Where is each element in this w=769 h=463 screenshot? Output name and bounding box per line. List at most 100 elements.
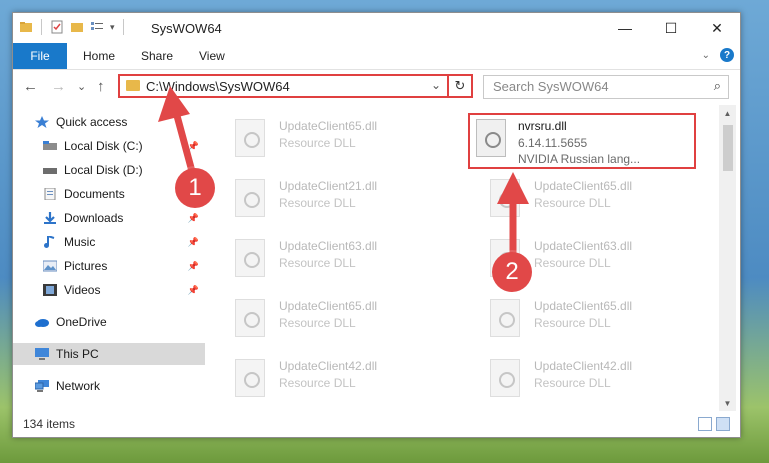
tab-share[interactable]: Share (141, 49, 173, 63)
step-1-marker: 1 (175, 168, 215, 208)
scroll-up-icon[interactable]: ▲ (719, 105, 736, 121)
dll-file-icon (235, 359, 265, 397)
sidebar-item-music[interactable]: Music 📌 (13, 231, 205, 253)
list-item[interactable]: UpdateClient65.dll Resource DLL (213, 113, 445, 163)
address-dropdown-icon[interactable]: ⌄ (431, 78, 441, 92)
pin-icon[interactable]: 📌 (188, 141, 199, 152)
sidebar-item-local-disk-c[interactable]: Local Disk (C:) 📌 (13, 135, 205, 157)
file-name: UpdateClient65.dll (279, 299, 378, 313)
file-name: UpdateClient42.dll (279, 359, 378, 373)
list-item[interactable]: UpdateClient42.dll Resource DLL (213, 353, 445, 403)
file-type: Resource DLL (279, 136, 356, 150)
computer-icon (35, 348, 49, 360)
list-item[interactable]: UpdateClient65.dll Resource DLL (213, 293, 445, 343)
sidebar-item-label: Videos (64, 283, 101, 297)
file-name: UpdateClient42.dll (534, 359, 633, 373)
ribbon-tabs: File Home Share View ⌄ ? (13, 43, 740, 70)
search-input[interactable]: Search SysWOW64 (493, 79, 609, 94)
search-box[interactable]: Search SysWOW64 ⌕ (483, 75, 729, 99)
sidebar-item-downloads[interactable]: Downloads 📌 (13, 207, 205, 229)
dll-file-icon (490, 299, 520, 337)
chevron-down-icon[interactable]: ▾ (110, 22, 115, 33)
sidebar-item-onedrive[interactable]: OneDrive (13, 311, 205, 333)
minimize-button[interactable]: — (602, 13, 648, 43)
scrollbar-thumb[interactable] (723, 125, 733, 171)
tab-home[interactable]: Home (83, 49, 115, 63)
expand-ribbon-icon[interactable]: ⌄ (702, 50, 710, 61)
dll-file-icon (235, 179, 265, 217)
list-item[interactable]: UpdateClient21.dll Resource DLL (213, 173, 445, 223)
file-type: Resource DLL (279, 196, 356, 210)
file-type: Resource DLL (279, 316, 356, 330)
sidebar-item-label: Documents (64, 187, 125, 201)
maximize-button[interactable]: ☐ (648, 13, 694, 43)
file-name: UpdateClient63.dll (534, 239, 633, 253)
vertical-scrollbar[interactable]: ▲ ▼ (719, 105, 736, 411)
dll-file-icon (235, 239, 265, 277)
recent-locations-button[interactable]: ⌄ (77, 80, 86, 93)
tab-view[interactable]: View (199, 49, 225, 63)
list-item[interactable]: UpdateClient42.dll Resource DLL (468, 353, 700, 403)
new-folder-icon[interactable] (70, 20, 84, 34)
list-item[interactable]: UpdateClient65.dll Resource DLL (468, 173, 700, 223)
refresh-button[interactable]: ↻ (447, 76, 471, 96)
folder-icon[interactable] (19, 20, 33, 34)
navigation-bar: ← → ⌄ ↑ C:\Windows\SysWOW64 ⌄ ↻ Search S… (13, 73, 740, 101)
document-icon (44, 188, 56, 200)
forward-button[interactable]: → (51, 78, 66, 95)
pin-icon[interactable]: 📌 (188, 261, 199, 272)
details-view-icon[interactable] (698, 417, 712, 431)
sidebar-item-label: Music (64, 235, 96, 249)
file-name: UpdateClient65.dll (534, 179, 633, 193)
file-type: Resource DLL (534, 316, 611, 330)
list-item[interactable]: UpdateClient63.dll Resource DLL (213, 233, 445, 283)
dll-file-icon (235, 119, 265, 157)
title-bar: ▾ SysWOW64 — ☐ ✕ (13, 13, 740, 43)
disk-icon (43, 141, 57, 150)
file-type: Resource DLL (534, 376, 611, 390)
dll-file-icon (476, 119, 506, 157)
download-icon (44, 212, 56, 224)
customize-toolbar-icon[interactable] (90, 20, 104, 34)
highlighted-file-nvrsru[interactable]: nvrsru.dll 6.14.11.5655 NVIDIA Russian l… (468, 113, 696, 169)
toolbar-divider (122, 19, 124, 35)
file-type: Resource DLL (534, 196, 611, 210)
dll-file-icon (490, 359, 520, 397)
sidebar-item-local-disk-d[interactable]: Local Disk (D:) (13, 159, 205, 181)
sidebar-item-quick-access[interactable]: Quick access (13, 111, 205, 133)
navigation-pane: Quick access Local Disk (C:) 📌 Local Dis… (13, 105, 205, 411)
pictures-icon (43, 260, 57, 272)
file-name: UpdateClient65.dll (279, 119, 378, 133)
up-button[interactable]: ↑ (97, 78, 105, 95)
pin-icon[interactable]: 📌 (188, 213, 199, 224)
properties-icon[interactable] (50, 20, 64, 34)
sidebar-item-pictures[interactable]: Pictures 📌 (13, 255, 205, 277)
sidebar-item-network[interactable]: Network (13, 375, 205, 397)
back-button[interactable]: ← (23, 78, 38, 95)
status-bar: 134 items (13, 413, 740, 435)
sidebar-item-this-pc[interactable]: This PC (13, 343, 205, 365)
scroll-down-icon[interactable]: ▼ (719, 395, 736, 411)
file-list: UpdateClient65.dll Resource DLL UpdateCl… (213, 105, 718, 411)
pin-icon[interactable]: 📌 (188, 237, 199, 248)
tab-file[interactable]: File (13, 43, 67, 69)
file-type: Resource DLL (534, 256, 611, 270)
file-name: UpdateClient63.dll (279, 239, 378, 253)
sidebar-item-videos[interactable]: Videos 📌 (13, 279, 205, 301)
search-icon[interactable]: ⌕ (714, 78, 721, 94)
help-icon[interactable]: ? (720, 48, 734, 62)
list-item[interactable]: UpdateClient65.dll Resource DLL (468, 293, 700, 343)
view-switcher (698, 417, 730, 431)
cloud-icon (35, 319, 49, 327)
pin-icon[interactable]: 📌 (188, 285, 199, 296)
music-icon (44, 236, 55, 248)
sidebar-item-label: Pictures (64, 259, 108, 273)
dll-file-icon (490, 179, 520, 217)
large-icons-view-icon[interactable] (716, 417, 730, 431)
step-2-marker: 2 (492, 252, 532, 292)
address-path[interactable]: C:\Windows\SysWOW64 (146, 79, 290, 94)
address-bar[interactable]: C:\Windows\SysWOW64 ⌄ ↻ (118, 74, 473, 98)
file-name: UpdateClient21.dll (279, 179, 378, 193)
sidebar-item-label: Local Disk (C:) (64, 139, 143, 153)
close-button[interactable]: ✕ (694, 13, 740, 43)
